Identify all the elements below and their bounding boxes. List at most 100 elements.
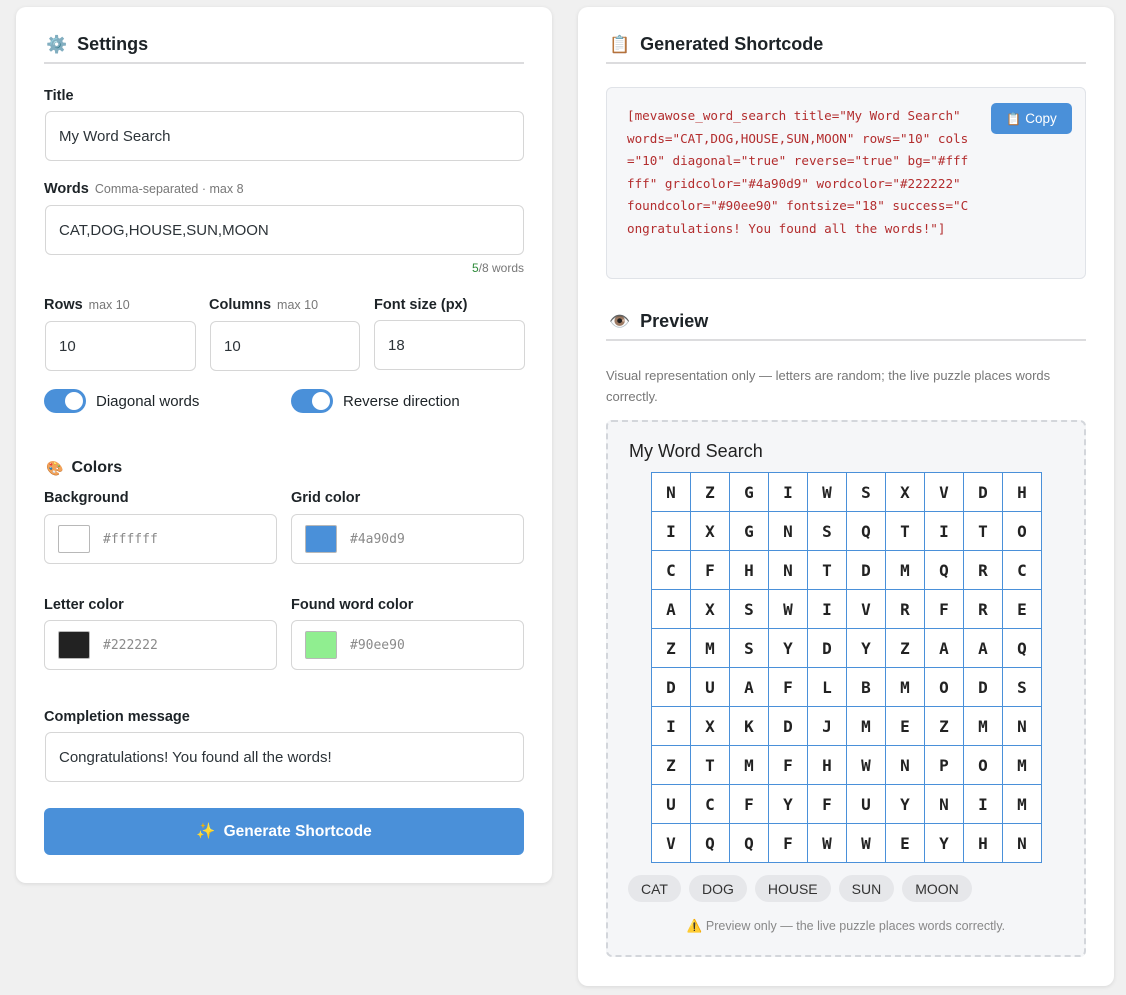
grid-cell[interactable]: E [886,824,925,863]
reverse-switch[interactable] [291,389,333,413]
grid-cell[interactable]: O [964,746,1003,785]
grid-cell[interactable]: N [769,551,808,590]
words-input[interactable]: CAT,DOG,HOUSE,SUN,MOON [45,205,524,255]
generate-shortcode-button[interactable]: ✨ Generate Shortcode [44,808,524,855]
grid-cell[interactable]: V [925,473,964,512]
grid-cell[interactable]: M [1003,785,1042,824]
grid-cell[interactable]: W [847,824,886,863]
grid-cell[interactable]: D [808,629,847,668]
grid-cell[interactable]: Z [886,629,925,668]
grid-cell[interactable]: Q [1003,629,1042,668]
grid-cell[interactable]: U [691,668,730,707]
grid-cell[interactable]: Q [847,512,886,551]
grid-cell[interactable]: I [964,785,1003,824]
grid-cell[interactable]: M [964,707,1003,746]
grid-cell[interactable]: D [847,551,886,590]
shortcode-text[interactable]: [mevawose_word_search title="My Word Sea… [627,105,975,241]
grid-cell[interactable]: I [652,512,691,551]
grid-cell[interactable]: R [964,551,1003,590]
grid-cell[interactable]: N [652,473,691,512]
grid-cell[interactable]: W [847,746,886,785]
grid-cell[interactable]: Q [925,551,964,590]
grid-cell[interactable]: K [730,707,769,746]
grid-cell[interactable]: F [925,590,964,629]
grid-cell[interactable]: S [1003,668,1042,707]
grid-cell[interactable]: M [847,707,886,746]
grid-cell[interactable]: H [808,746,847,785]
grid-cell[interactable]: X [691,512,730,551]
copy-button[interactable]: 📋 Copy [991,103,1072,134]
grid-cell[interactable]: B [847,668,886,707]
grid-cell[interactable]: L [808,668,847,707]
grid-cell[interactable]: E [886,707,925,746]
grid-cell[interactable]: X [691,590,730,629]
diagonal-toggle[interactable]: Diagonal words [44,389,199,413]
grid-cell[interactable]: N [925,785,964,824]
grid-cell[interactable]: H [730,551,769,590]
found-swatch[interactable] [305,631,337,659]
grid-cell[interactable]: O [925,668,964,707]
grid-cell[interactable]: F [808,785,847,824]
grid-cell[interactable]: X [886,473,925,512]
grid-cell[interactable]: I [769,473,808,512]
grid-cell[interactable]: N [769,512,808,551]
grid-cell[interactable]: V [847,590,886,629]
grid-cell[interactable]: S [730,590,769,629]
grid-cell[interactable]: W [808,824,847,863]
grid-cell[interactable]: F [730,785,769,824]
grid-cell[interactable]: U [847,785,886,824]
grid-cell[interactable]: F [691,551,730,590]
reverse-toggle[interactable]: Reverse direction [291,389,460,413]
letter-color-field[interactable]: #222222 [44,620,277,670]
grid-cell[interactable]: M [730,746,769,785]
grid-cell[interactable]: D [964,668,1003,707]
grid-cell[interactable]: Q [730,824,769,863]
diagonal-switch[interactable] [44,389,86,413]
grid-cell[interactable]: J [808,707,847,746]
grid-cell[interactable]: T [808,551,847,590]
grid-cell[interactable]: Z [925,707,964,746]
grid-cell[interactable]: Z [691,473,730,512]
grid-cell[interactable]: D [964,473,1003,512]
grid-color-field[interactable]: #4a90d9 [291,514,524,564]
grid-cell[interactable]: C [652,551,691,590]
grid-cell[interactable]: T [691,746,730,785]
grid-cell[interactable]: A [964,629,1003,668]
columns-input[interactable]: 10 [210,321,360,371]
grid-cell[interactable]: A [730,668,769,707]
grid-cell[interactable]: Y [769,629,808,668]
grid-cell[interactable]: A [652,590,691,629]
grid-cell[interactable]: T [964,512,1003,551]
grid-cell[interactable]: I [652,707,691,746]
grid-cell[interactable]: U [652,785,691,824]
background-swatch[interactable] [58,525,90,553]
grid-cell[interactable]: M [886,551,925,590]
found-color-field[interactable]: #90ee90 [291,620,524,670]
grid-cell[interactable]: S [808,512,847,551]
fontsize-input[interactable]: 18 [374,320,525,370]
grid-cell[interactable]: Y [847,629,886,668]
grid-cell[interactable]: Q [691,824,730,863]
grid-cell[interactable]: X [691,707,730,746]
grid-cell[interactable]: F [769,746,808,785]
grid-cell[interactable]: N [1003,824,1042,863]
grid-cell[interactable]: Y [769,785,808,824]
grid-cell[interactable]: I [808,590,847,629]
rows-input[interactable]: 10 [45,321,196,371]
grid-swatch[interactable] [305,525,337,553]
grid-cell[interactable]: M [886,668,925,707]
grid-cell[interactable]: R [964,590,1003,629]
grid-cell[interactable]: F [769,824,808,863]
grid-cell[interactable]: C [691,785,730,824]
grid-cell[interactable]: Y [925,824,964,863]
grid-cell[interactable]: S [847,473,886,512]
grid-cell[interactable]: N [1003,707,1042,746]
grid-cell[interactable]: Z [652,629,691,668]
grid-cell[interactable]: H [1003,473,1042,512]
grid-cell[interactable]: W [769,590,808,629]
grid-cell[interactable]: F [769,668,808,707]
grid-cell[interactable]: P [925,746,964,785]
grid-cell[interactable]: G [730,473,769,512]
grid-cell[interactable]: A [925,629,964,668]
background-color-field[interactable]: #ffffff [44,514,277,564]
